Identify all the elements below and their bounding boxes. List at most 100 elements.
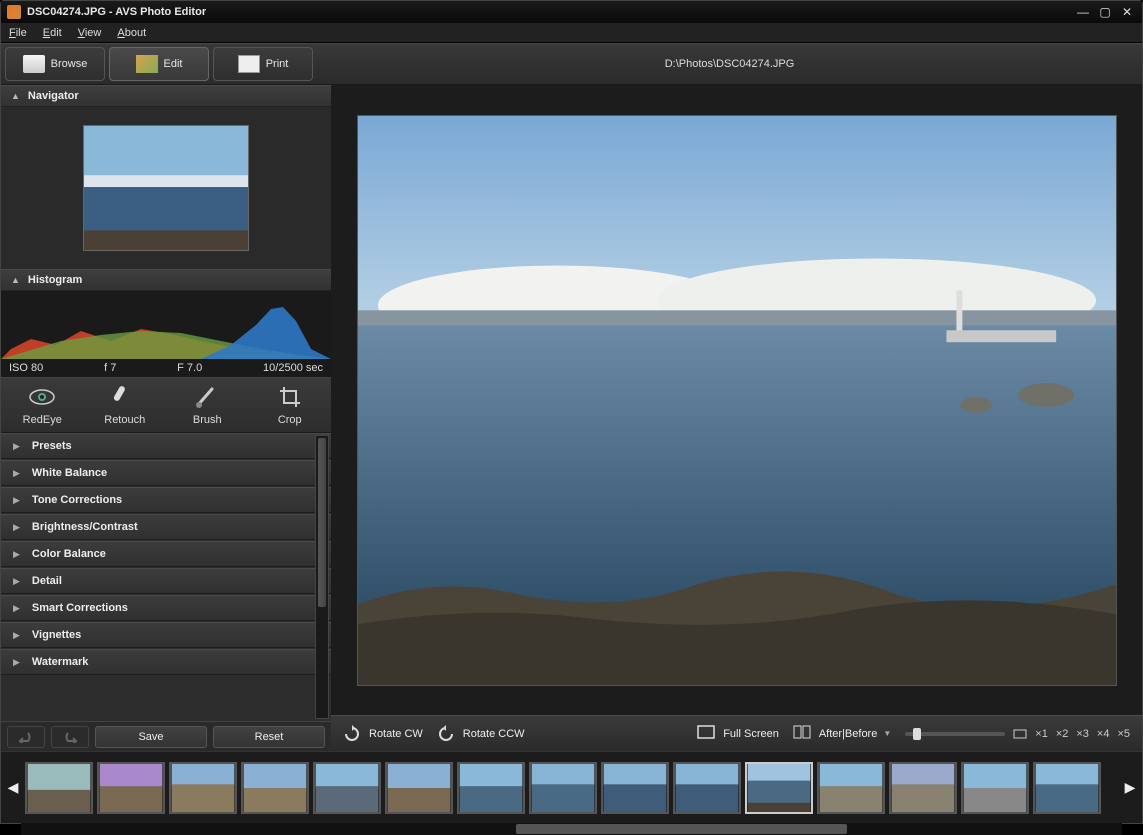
tool-redeye-label: RedEye <box>23 414 62 426</box>
tab-browse-label: Browse <box>51 58 88 70</box>
accordion-vignettes[interactable]: ▶Vignettes <box>1 622 331 648</box>
thumbnail[interactable] <box>241 762 309 814</box>
split-icon <box>793 725 813 743</box>
printer-icon <box>238 55 260 73</box>
zoom-x3[interactable]: ×3 <box>1076 728 1089 740</box>
histogram-graph <box>1 301 331 359</box>
fullscreen-button[interactable]: Full Screen <box>697 725 779 743</box>
chevron-right-icon: ▶ <box>13 576 20 587</box>
thumbnail[interactable] <box>313 762 381 814</box>
close-button[interactable]: ✕ <box>1118 5 1136 19</box>
accordion-color-balance[interactable]: ▶Color Balance <box>1 541 331 567</box>
tab-edit-label: Edit <box>164 58 183 70</box>
scrollbar-thumb[interactable] <box>516 824 846 834</box>
thumbnail[interactable] <box>961 762 1029 814</box>
tab-print[interactable]: Print <box>213 47 313 81</box>
title-bar: DSC04274.JPG - AVS Photo Editor — ▢ ✕ <box>1 1 1142 23</box>
tool-redeye[interactable]: RedEye <box>7 384 77 426</box>
zoom-slider[interactable] <box>905 732 1005 736</box>
menu-bar: File Edit View About <box>1 23 1142 43</box>
thumbnail[interactable] <box>385 762 453 814</box>
thumbnail[interactable] <box>817 762 885 814</box>
thumbnail[interactable] <box>673 762 741 814</box>
histogram-shutter: 10/2500 sec <box>263 362 323 374</box>
scrollbar-thumb[interactable] <box>318 438 326 607</box>
zoom-x1[interactable]: ×1 <box>1035 728 1048 740</box>
fit-icon[interactable] <box>1013 729 1027 739</box>
thumbnail[interactable] <box>601 762 669 814</box>
panel-navigator-header[interactable]: ▲ Navigator <box>1 85 331 107</box>
chevron-down-icon: ▲ <box>11 91 20 101</box>
menu-about[interactable]: About <box>117 27 146 39</box>
filmstrip-prev[interactable]: ◀ <box>5 758 21 818</box>
minimize-button[interactable]: — <box>1074 5 1092 19</box>
undo-button[interactable] <box>7 726 45 748</box>
chevron-right-icon: ▶ <box>13 630 20 641</box>
tab-browse[interactable]: Browse <box>5 47 105 81</box>
reset-button[interactable]: Reset <box>213 726 325 748</box>
filmstrip-next[interactable]: ▶ <box>1122 758 1138 818</box>
thumbnail[interactable] <box>169 762 237 814</box>
canvas-wrap <box>331 85 1142 715</box>
panel-histogram-label: Histogram <box>28 274 82 286</box>
accordion-white-balance[interactable]: ▶White Balance <box>1 460 331 486</box>
accordion-presets[interactable]: ▶Presets <box>1 433 331 459</box>
tool-row: RedEye Retouch Brush Crop <box>1 377 331 433</box>
accordion-scrollbar[interactable] <box>315 435 329 719</box>
canvas-toolbar: Rotate CW Rotate CCW Full Screen After|B… <box>331 715 1142 751</box>
thumbnail-selected[interactable] <box>745 762 813 814</box>
tab-print-label: Print <box>266 58 289 70</box>
tool-retouch-label: Retouch <box>104 414 145 426</box>
thumbnail[interactable] <box>97 762 165 814</box>
after-before-button[interactable]: After|Before ▼ <box>793 725 891 743</box>
rotate-ccw-button[interactable]: Rotate CCW <box>437 725 525 743</box>
tool-brush-label: Brush <box>193 414 222 426</box>
accordion-tone-corrections[interactable]: ▶Tone Corrections <box>1 487 331 513</box>
accordion-smart-corrections[interactable]: ▶Smart Corrections <box>1 595 331 621</box>
thumbnail[interactable] <box>889 762 957 814</box>
crop-icon <box>276 384 304 410</box>
tab-edit[interactable]: Edit <box>109 47 209 81</box>
menu-file[interactable]: File <box>9 27 27 39</box>
chevron-right-icon: ▶ <box>13 441 20 452</box>
panel-histogram-header[interactable]: ▲ Histogram <box>1 269 331 291</box>
menu-view[interactable]: View <box>78 27 102 39</box>
filmstrip-scrollbar[interactable] <box>21 823 1122 835</box>
window-title: DSC04274.JPG - AVS Photo Editor <box>27 6 1070 18</box>
menu-edit[interactable]: Edit <box>43 27 62 39</box>
accordion-watermark[interactable]: ▶Watermark <box>1 649 331 675</box>
chevron-right-icon: ▶ <box>13 522 20 533</box>
navigator-body <box>1 107 331 269</box>
rotate-cw-button[interactable]: Rotate CW <box>343 725 423 743</box>
zoom-handle[interactable] <box>913 728 921 740</box>
thumbnail[interactable] <box>1033 762 1101 814</box>
histogram-body: ISO 80 f 7 F 7.0 10/2500 sec <box>1 291 331 377</box>
thumbnail[interactable] <box>529 762 597 814</box>
chevron-right-icon: ▶ <box>13 603 20 614</box>
histogram-iso: ISO 80 <box>9 362 43 374</box>
maximize-button[interactable]: ▢ <box>1096 5 1114 19</box>
thumbnails <box>21 762 1122 814</box>
accordion-brightness-contrast[interactable]: ▶Brightness/Contrast <box>1 514 331 540</box>
thumbnail[interactable] <box>25 762 93 814</box>
main-image[interactable] <box>357 115 1117 686</box>
zoom-x4[interactable]: ×4 <box>1097 728 1110 740</box>
rotate-cw-icon <box>343 725 363 743</box>
navigator-thumbnail[interactable] <box>83 125 249 251</box>
app-icon <box>7 5 21 19</box>
redo-button[interactable] <box>51 726 89 748</box>
tool-brush[interactable]: Brush <box>172 384 242 426</box>
tool-crop[interactable]: Crop <box>255 384 325 426</box>
pencil-icon <box>136 55 158 73</box>
accordion-detail[interactable]: ▶Detail <box>1 568 331 594</box>
retouch-icon <box>111 384 139 410</box>
tool-retouch[interactable]: Retouch <box>90 384 160 426</box>
chevron-right-icon: ▶ <box>13 495 20 506</box>
chevron-right-icon: ▶ <box>13 657 20 668</box>
tool-crop-label: Crop <box>278 414 302 426</box>
zoom-x5[interactable]: ×5 <box>1117 728 1130 740</box>
brush-icon <box>193 384 221 410</box>
save-button[interactable]: Save <box>95 726 207 748</box>
thumbnail[interactable] <box>457 762 525 814</box>
zoom-x2[interactable]: ×2 <box>1056 728 1069 740</box>
